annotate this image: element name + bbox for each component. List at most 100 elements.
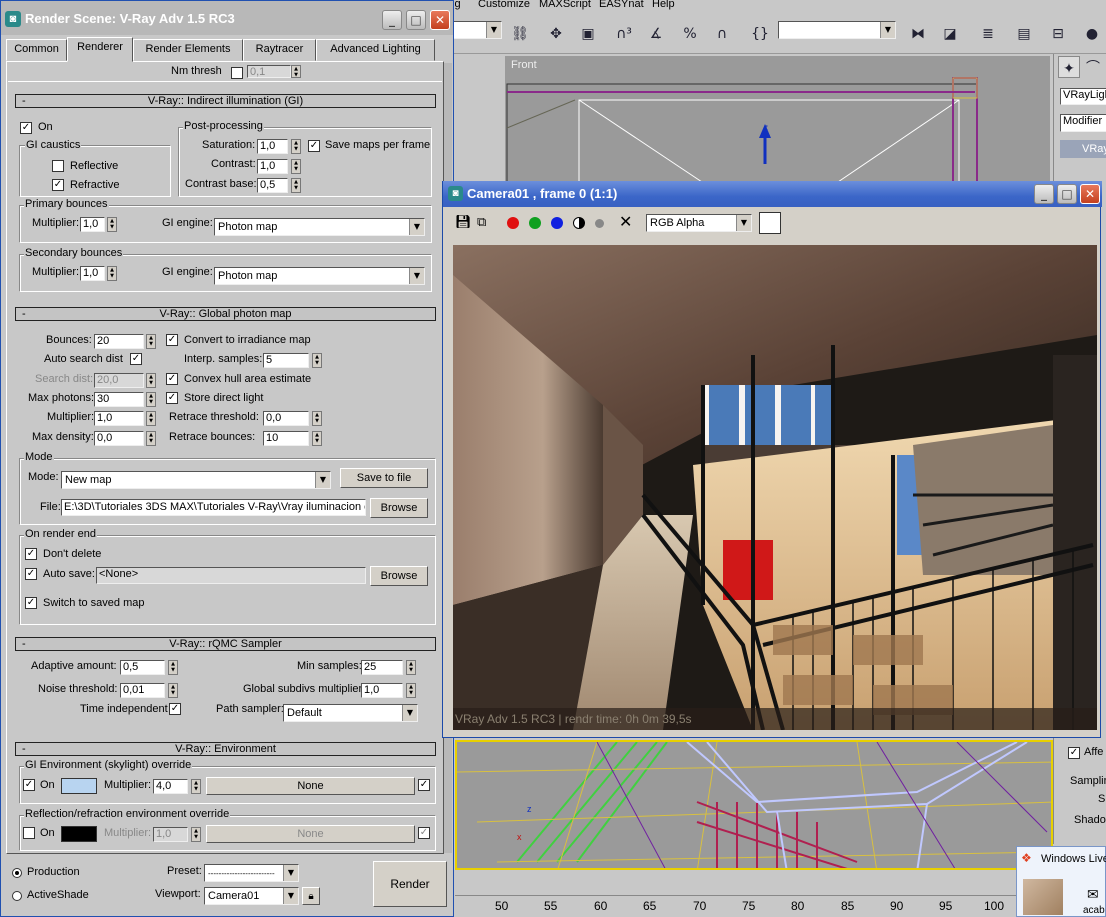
refractive-checkbox[interactable]: ✓: [52, 179, 64, 191]
menu-item-easynat[interactable]: EASYnat: [599, 0, 644, 10]
global-subdivs-field[interactable]: 1,0: [361, 683, 403, 698]
store-direct-checkbox[interactable]: ✓: [166, 392, 178, 404]
percent-snap-icon[interactable]: %: [678, 22, 702, 46]
lock-icon[interactable]: 🔒︎: [302, 887, 320, 905]
switch-saved-checkbox[interactable]: ✓: [25, 597, 37, 609]
auto-search-checkbox[interactable]: ✓: [130, 353, 142, 365]
menu-item-help[interactable]: Help: [652, 0, 675, 10]
gi-on-checkbox[interactable]: ✓: [20, 122, 32, 134]
minimize-button[interactable]: _: [382, 10, 402, 30]
nm-thresh-spinner[interactable]: ▲ ▼: [291, 65, 301, 78]
time-ruler[interactable]: 50 55 60 65 70 75 80 85 90 95 100: [455, 895, 1055, 917]
browse-button[interactable]: Browse: [370, 498, 428, 518]
search-dist-field[interactable]: 20,0: [94, 373, 144, 388]
save-maps-checkbox[interactable]: ✓: [308, 140, 320, 152]
tab-render-elements[interactable]: Render Elements: [133, 39, 243, 61]
secondary-engine-dropdown[interactable]: Photon map ▼: [214, 267, 425, 285]
min-samples-spinner[interactable]: ▲ ▼: [406, 660, 416, 675]
refl-env-map-checkbox[interactable]: ✓: [418, 827, 430, 839]
modifier-stack-item[interactable]: VRay: [1060, 140, 1106, 158]
max-photons-field[interactable]: 30: [94, 392, 144, 407]
mode-dropdown[interactable]: New map ▼: [61, 471, 331, 489]
global-subdivs-spinner[interactable]: ▲ ▼: [406, 683, 416, 698]
contrast-base-field[interactable]: 0,5: [257, 178, 288, 193]
clone-icon[interactable]: ⧉: [477, 215, 486, 230]
mirror-icon[interactable]: ⧓: [906, 22, 930, 46]
max-density-field[interactable]: 0,0: [94, 431, 144, 446]
vfb-maximize-button[interactable]: □: [1057, 184, 1077, 204]
retrace-bounces-spinner[interactable]: ▲ ▼: [312, 431, 322, 446]
menu-item-maxscript[interactable]: MAXScript: [539, 0, 591, 10]
search-dist-spinner[interactable]: ▲ ▼: [146, 373, 156, 388]
gi-env-multiplier-field[interactable]: 4,0: [153, 779, 188, 794]
modifier-list[interactable]: Modifier L: [1060, 114, 1106, 132]
create-icon[interactable]: ✦: [1058, 56, 1080, 78]
max-photons-spinner[interactable]: ▲ ▼: [146, 392, 156, 407]
qmc-rollout-header[interactable]: - V-Ray:: rQMC Sampler: [15, 637, 436, 651]
align-icon[interactable]: ◪: [938, 22, 962, 46]
skylight-color-swatch[interactable]: [61, 778, 97, 794]
preset-dropdown[interactable]: ------------------------- ▼: [204, 864, 299, 882]
windows-live-popup[interactable]: ❖ Windows Live ✉ acab: [1016, 846, 1106, 917]
auto-save-field[interactable]: <None>: [96, 567, 366, 584]
primary-multiplier-field[interactable]: 1,0: [80, 217, 105, 232]
modify-icon[interactable]: ⌒: [1082, 56, 1104, 78]
maximize-button[interactable]: □: [406, 10, 426, 30]
move-icon[interactable]: ✥: [544, 22, 568, 46]
gi-rollout-header[interactable]: - V-Ray:: Indirect illumination (GI): [15, 94, 436, 108]
menu-item-customize[interactable]: Customize: [478, 0, 530, 10]
photon-map-rollout-header[interactable]: - V-Ray:: Global photon map: [15, 307, 436, 321]
min-samples-field[interactable]: 25: [361, 660, 403, 675]
auto-save-browse-button[interactable]: Browse: [370, 566, 428, 586]
bounces-field[interactable]: 20: [94, 334, 144, 349]
clear-icon[interactable]: ✕: [619, 212, 632, 231]
schematic-icon[interactable]: ⊟: [1046, 22, 1070, 46]
blue-channel-icon[interactable]: [551, 217, 563, 229]
curve-editor-icon[interactable]: ▤: [1012, 22, 1036, 46]
dont-delete-checkbox[interactable]: ✓: [25, 548, 37, 560]
production-radio[interactable]: [12, 868, 22, 878]
tab-common[interactable]: Common: [6, 39, 67, 61]
refl-color-swatch[interactable]: [61, 826, 97, 842]
photon-multiplier-field[interactable]: 1,0: [94, 411, 144, 426]
convex-hull-checkbox[interactable]: ✓: [166, 373, 178, 385]
tab-advanced-lighting[interactable]: Advanced Lighting: [316, 39, 435, 61]
snap-3d-icon[interactable]: ∩³: [612, 22, 636, 46]
adaptive-amount-field[interactable]: 0,5: [120, 660, 165, 675]
vfb-minimize-button[interactable]: _: [1034, 184, 1054, 204]
tab-renderer[interactable]: Renderer: [67, 37, 133, 62]
gi-env-on-checkbox[interactable]: ✓: [23, 779, 35, 791]
time-independent-checkbox[interactable]: ✓: [169, 703, 181, 715]
adaptive-amount-spinner[interactable]: ▲ ▼: [168, 660, 178, 675]
render-scene-titlebar[interactable]: ◙ Render Scene: V-Ray Adv 1.5 RC3 _ □ ✕: [1, 1, 453, 35]
reflective-checkbox[interactable]: [52, 160, 64, 172]
vfb-titlebar[interactable]: ◙ Camera01 , frame 0 (1:1) _ □ ✕: [443, 181, 1102, 207]
interp-samples-field[interactable]: 5: [263, 353, 309, 368]
green-channel-icon[interactable]: [529, 217, 541, 229]
saturation-field[interactable]: 1,0: [257, 139, 288, 154]
contrast-field[interactable]: 1,0: [257, 159, 288, 174]
spinner-snap-icon[interactable]: ∩: [710, 22, 734, 46]
environment-rollout-header[interactable]: - V-Ray:: Environment: [15, 742, 436, 756]
path-sampler-dropdown[interactable]: Default ▼: [283, 704, 418, 722]
contrast-spinner[interactable]: ▲ ▼: [291, 159, 301, 174]
photon-multiplier-spinner[interactable]: ▲ ▼: [146, 411, 156, 426]
viewport-dropdown[interactable]: Camera01 ▼: [204, 887, 299, 905]
gi-env-multiplier-spinner[interactable]: ▲ ▼: [191, 779, 201, 794]
retrace-bounces-field[interactable]: 10: [263, 431, 309, 446]
nm-thresh-checkbox[interactable]: [231, 67, 243, 79]
layers-icon[interactable]: ≣: [976, 22, 1000, 46]
affect-checkbox[interactable]: ✓: [1068, 747, 1080, 759]
interp-samples-spinner[interactable]: ▲ ▼: [312, 353, 322, 368]
tab-raytracer[interactable]: Raytracer: [243, 39, 316, 61]
render-button[interactable]: Render: [373, 861, 447, 907]
angle-snap-icon[interactable]: ∡: [644, 22, 668, 46]
secondary-multiplier-spinner[interactable]: ▲ ▼: [107, 266, 117, 281]
auto-save-checkbox[interactable]: ✓: [25, 568, 37, 580]
material-editor-icon[interactable]: ●: [1080, 22, 1104, 46]
select-link-icon[interactable]: ⛓: [508, 22, 532, 46]
viewport-perspective[interactable]: z x: [455, 740, 1053, 870]
noise-threshold-spinner[interactable]: ▲ ▼: [168, 683, 178, 698]
saturation-spinner[interactable]: ▲ ▼: [291, 139, 301, 154]
activeshade-radio[interactable]: [12, 891, 22, 901]
